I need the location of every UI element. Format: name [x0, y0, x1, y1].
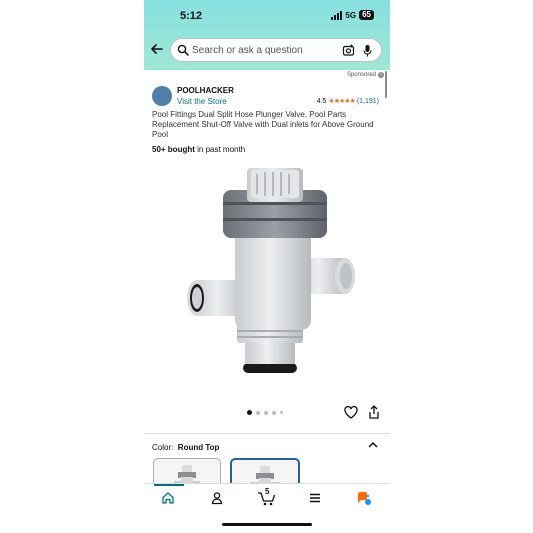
mic-icon[interactable] [362, 44, 373, 57]
signal-icon [331, 10, 343, 20]
carousel-dot[interactable] [247, 410, 252, 415]
rufus-icon[interactable] [356, 491, 372, 507]
cart-count: 5 [265, 487, 270, 496]
cart-icon[interactable]: 5 [257, 487, 277, 507]
home-icon[interactable] [161, 491, 175, 505]
sponsored-label: Sponsored i [347, 72, 384, 78]
back-arrow-icon[interactable] [150, 42, 164, 56]
home-indicator[interactable] [222, 523, 312, 526]
star-rating-icon: ★★★★★ [328, 98, 355, 105]
carousel-dot[interactable] [264, 410, 268, 415]
search-icon [177, 44, 189, 56]
status-icons: 5G 65 [331, 10, 374, 20]
color-selector-label: Color: Round Top [152, 443, 220, 452]
menu-icon[interactable] [308, 491, 322, 505]
visit-store-link[interactable]: Visit the Store [177, 97, 227, 106]
top-bar: 5:12 5G 65 Search or ask a question [144, 0, 390, 70]
chevron-up-icon[interactable] [368, 441, 378, 449]
bottom-tab-bar: 5 [144, 483, 390, 514]
info-icon[interactable]: i [378, 72, 384, 78]
scrollbar[interactable] [385, 71, 387, 98]
carousel-dots[interactable] [247, 410, 283, 415]
product-image[interactable] [185, 160, 363, 390]
product-title: Pool Fittings Dual Split Hose Plunger Va… [152, 110, 374, 139]
search-bar[interactable]: Search or ask a question [170, 38, 382, 62]
phone-screen: 5:12 5G 65 Search or ask a question Spon… [144, 0, 390, 533]
camera-icon[interactable] [342, 44, 355, 57]
search-input[interactable]: Search or ask a question [192, 45, 303, 56]
seller-logo[interactable] [152, 86, 172, 106]
seller-name[interactable]: POOLHACKER [177, 86, 234, 95]
network-label: 5G [345, 10, 357, 20]
carousel-dot[interactable] [272, 410, 276, 415]
share-icon[interactable] [368, 405, 380, 419]
rating-value: 4.5 [316, 97, 327, 105]
account-icon[interactable] [210, 491, 224, 505]
heart-icon[interactable] [344, 406, 358, 419]
section-divider [144, 433, 390, 434]
carousel-dot[interactable] [280, 411, 283, 414]
carousel-dot[interactable] [256, 410, 260, 415]
bought-count: 50+ bought in past month [152, 145, 246, 154]
rating-count[interactable]: (1,191) [357, 98, 379, 105]
rating-summary[interactable]: 4.5 ★★★★★ (1,191) [316, 97, 379, 106]
battery-icon: 65 [359, 10, 374, 20]
active-tab-indicator [154, 484, 184, 486]
status-time: 5:12 [180, 10, 203, 22]
